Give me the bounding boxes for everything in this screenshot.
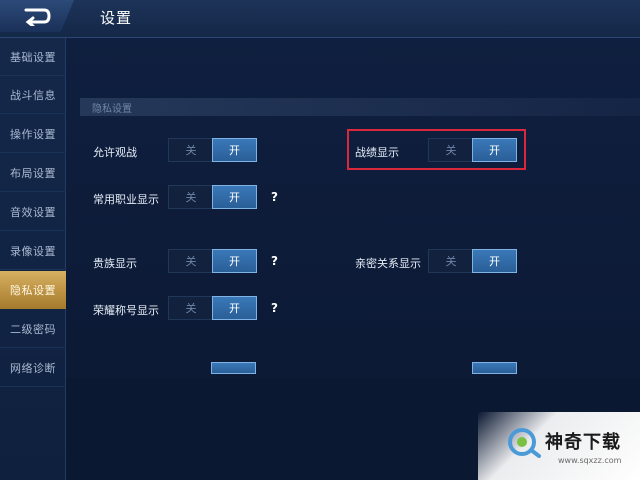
honor-title-toggle[interactable]: 关 开 xyxy=(168,296,257,320)
common-role-label: 常用职业显示 xyxy=(93,193,159,206)
toggle-off-option[interactable]: 关 xyxy=(169,250,213,272)
section-title: 隐私设置 xyxy=(92,104,132,115)
toggle-on-option[interactable]: 开 xyxy=(472,249,517,273)
back-button[interactable] xyxy=(0,0,74,32)
help-icon[interactable]: ? xyxy=(271,254,278,268)
watermark-url: www.sqxzz.com xyxy=(558,456,622,465)
sidebar-item-replay[interactable]: 录像设置 xyxy=(0,232,66,270)
toggle-off-option[interactable]: 关 xyxy=(429,250,473,272)
toggle-on-option[interactable]: 开 xyxy=(472,138,517,162)
allow-spectate-label: 允许观战 xyxy=(93,146,137,159)
record-display-label: 战绩显示 xyxy=(355,146,399,159)
toggle-on-option[interactable]: 开 xyxy=(212,249,257,273)
watermark-name: 神奇下载 xyxy=(545,432,621,453)
section-header-bar xyxy=(80,98,640,116)
help-icon[interactable]: ? xyxy=(271,190,278,204)
sidebar-item-battle-info[interactable]: 战斗信息 xyxy=(0,76,66,114)
top-bar: 设置 xyxy=(0,0,640,38)
toggle-off-option[interactable]: 关 xyxy=(429,139,473,161)
sidebar: 基础设置 战斗信息 操作设置 布局设置 音效设置 录像设置 隐私设置 二级密码 … xyxy=(0,38,66,480)
toggle-off-option[interactable]: 关 xyxy=(169,139,213,161)
toggle-on-option[interactable]: 开 xyxy=(212,185,257,209)
intimate-display-toggle[interactable]: 关 开 xyxy=(428,249,517,273)
toggle-off-option[interactable]: 关 xyxy=(169,186,213,208)
sidebar-item-layout[interactable]: 布局设置 xyxy=(0,154,66,192)
sidebar-item-secondary-password[interactable]: 二级密码 xyxy=(0,310,66,348)
record-display-toggle[interactable]: 关 开 xyxy=(428,138,517,162)
sidebar-item-controls[interactable]: 操作设置 xyxy=(0,115,66,153)
scroll-cutoff-row xyxy=(66,362,640,374)
sidebar-item-privacy[interactable]: 隐私设置 xyxy=(0,271,66,309)
allow-spectate-toggle[interactable]: 关 开 xyxy=(168,138,257,162)
toggle-on-option[interactable] xyxy=(211,362,256,374)
toggle-on-option[interactable] xyxy=(472,362,517,374)
intimate-display-label: 亲密关系显示 xyxy=(355,257,421,270)
sidebar-item-sound[interactable]: 音效设置 xyxy=(0,193,66,231)
page-title: 设置 xyxy=(100,9,133,27)
toggle-on-option[interactable]: 开 xyxy=(212,138,257,162)
sidebar-item-basic[interactable]: 基础设置 xyxy=(0,38,66,76)
watermark-logo-icon xyxy=(508,428,541,458)
toggle-on-option[interactable]: 开 xyxy=(212,296,257,320)
noble-display-toggle[interactable]: 关 开 xyxy=(168,249,257,273)
toggle-off-option[interactable]: 关 xyxy=(169,297,213,319)
back-arrow-icon xyxy=(24,8,51,26)
help-icon[interactable]: ? xyxy=(271,301,278,315)
common-role-toggle[interactable]: 关 开 xyxy=(168,185,257,209)
noble-display-label: 贵族显示 xyxy=(93,257,137,270)
sidebar-item-network[interactable]: 网络诊断 xyxy=(0,349,66,387)
honor-title-label: 荣耀称号显示 xyxy=(93,304,159,317)
